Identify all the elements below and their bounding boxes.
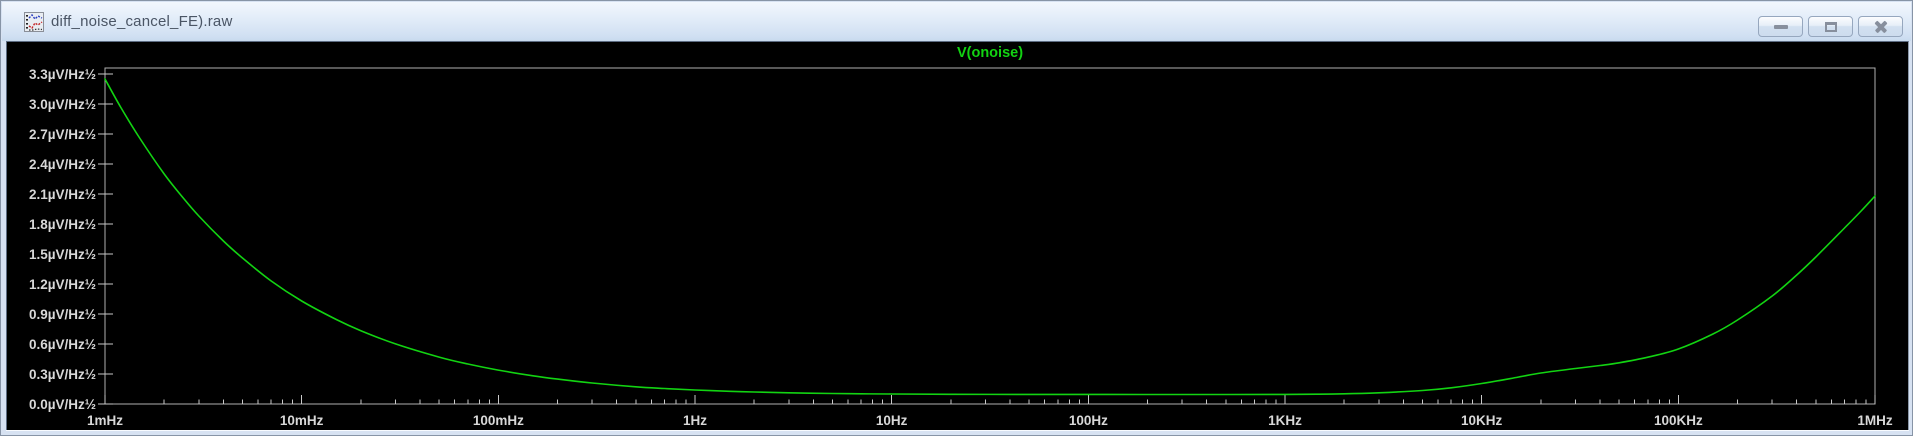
trace-label[interactable]: V(onoise) [957, 45, 1023, 61]
trace-v-onoise[interactable] [104, 78, 1876, 396]
y-axis-label: 3.0µV/Hz½ [29, 97, 96, 112]
minimize-button[interactable] [1758, 16, 1803, 37]
y-axis-label: 3.3µV/Hz½ [29, 67, 96, 82]
x-axis-label: 1KHz [1268, 413, 1302, 428]
y-axis-label: 1.8µV/Hz½ [29, 217, 96, 232]
y-axis-label: 0.6µV/Hz½ [29, 337, 96, 352]
y-axis-label: 2.1µV/Hz½ [29, 187, 96, 202]
close-icon [1874, 20, 1888, 33]
title-bar[interactable]: diff_noise_cancel_FE).raw [2, 2, 1911, 41]
maximize-button[interactable] [1808, 16, 1853, 37]
x-axis-label: 1MHz [1857, 413, 1893, 428]
y-axis-label: 1.2µV/Hz½ [29, 277, 96, 292]
y-axis-label: 2.7µV/Hz½ [29, 127, 96, 142]
waveform-document-icon[interactable] [24, 11, 44, 32]
x-axis-label: 10Hz [876, 413, 908, 428]
x-axis-label: 10KHz [1461, 413, 1503, 428]
y-axis-label: 0.3µV/Hz½ [29, 367, 96, 382]
x-axis-label: 100KHz [1654, 413, 1703, 428]
x-axis-label: 100Hz [1069, 413, 1108, 428]
close-button[interactable] [1858, 16, 1903, 37]
plot-pane[interactable]: 0.0µV/Hz½ 0.3µV/Hz½ 0.6µV/Hz½ 0.9µV/Hz½ 1.2µ… [6, 41, 1909, 430]
waveform-viewer-window: diff_noise_cancel_FE).raw 0.0µV/Hz½ 0.3µV… [0, 0, 1913, 436]
y-axis-label: 1.5µV/Hz½ [29, 247, 96, 262]
y-axis-label: 0.9µV/Hz½ [29, 307, 96, 322]
window-title: diff_noise_cancel_FE).raw [51, 13, 233, 30]
window-controls [1758, 16, 1903, 37]
y-axis-label: 2.4µV/Hz½ [29, 157, 96, 172]
x-axis-label: 1mHz [87, 413, 123, 428]
minimize-icon [1773, 24, 1788, 29]
maximize-icon [1824, 21, 1837, 32]
plot-border [104, 67, 1876, 405]
noise-plot[interactable]: 0.0µV/Hz½ 0.3µV/Hz½ 0.6µV/Hz½ 0.9µV/Hz½ 1.2µ… [7, 42, 1910, 431]
window-bottom-frame [6, 430, 1909, 435]
y-axis-label: 0.0µV/Hz½ [29, 397, 96, 412]
x-axis-label: 10mHz [280, 413, 324, 428]
x-axis-label: 1Hz [683, 413, 707, 428]
x-axis-label: 100mHz [473, 413, 524, 428]
